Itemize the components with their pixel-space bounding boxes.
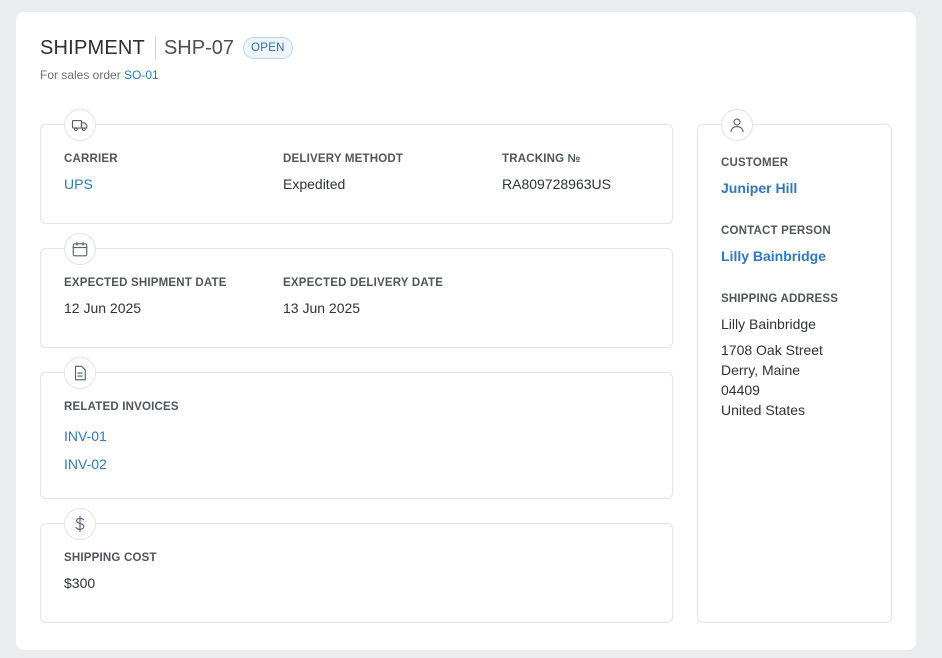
document-icon bbox=[64, 357, 96, 389]
carrier-label: CARRIER bbox=[64, 153, 118, 165]
delivery-method-label: DELIVERY METHODT bbox=[283, 153, 404, 165]
shipment-date-label: EXPECTED SHIPMENT DATE bbox=[64, 277, 227, 289]
user-icon bbox=[721, 109, 753, 141]
subline-prefix: For sales order bbox=[40, 68, 121, 82]
invoice-link[interactable]: INV-02 bbox=[64, 450, 179, 478]
shipping-cost-value: $300 bbox=[64, 575, 96, 591]
tracking-label: TRACKING № bbox=[502, 153, 581, 165]
tracking-value: RA809728963US bbox=[502, 176, 611, 192]
contact-person-field: CONTACT PERSON Lilly Bainbridge bbox=[721, 225, 831, 264]
address-line: 1708 Oak Street bbox=[721, 342, 823, 358]
truck-icon bbox=[64, 109, 96, 141]
calendar-icon bbox=[64, 233, 96, 265]
shipping-cost-field: SHIPPING COST $300 bbox=[64, 552, 157, 591]
carrier-field: CARRIER UPS bbox=[64, 153, 118, 192]
dates-card: EXPECTED SHIPMENT DATE 12 Jun 2025 EXPEC… bbox=[40, 233, 673, 348]
address-name: Lilly Bainbridge bbox=[721, 316, 816, 332]
shipment-panel: SHIPMENT SHP-07 OPEN For sales order SO-… bbox=[16, 12, 916, 650]
related-invoices-label: RELATED INVOICES bbox=[64, 401, 179, 413]
shipment-date-value: 12 Jun 2025 bbox=[64, 300, 142, 316]
page-title: SHIPMENT bbox=[40, 36, 145, 59]
shipping-address-field: SHIPPING ADDRESS Lilly Bainbridge 1708 O… bbox=[721, 293, 838, 420]
sales-order-reference: For sales order SO-01 bbox=[40, 68, 159, 82]
invoice-link[interactable]: INV-01 bbox=[64, 422, 179, 450]
title-divider bbox=[154, 36, 156, 60]
customer-field: CUSTOMER Juniper Hill bbox=[721, 157, 797, 196]
shipping-cost-card: SHIPPING COST $300 bbox=[40, 508, 673, 623]
shipment-date-field: EXPECTED SHIPMENT DATE 12 Jun 2025 bbox=[64, 277, 227, 316]
contact-person-link[interactable]: Lilly Bainbridge bbox=[721, 248, 831, 264]
sales-order-link[interactable]: SO-01 bbox=[124, 68, 159, 82]
invoices-card: RELATED INVOICES INV-01 INV-02 bbox=[40, 357, 673, 499]
contact-person-label: CONTACT PERSON bbox=[721, 225, 831, 237]
customer-card: CUSTOMER Juniper Hill CONTACT PERSON Lil… bbox=[697, 109, 892, 623]
address-block: 1708 Oak Street Derry, Maine 04409 Unite… bbox=[721, 340, 838, 420]
invoice-list: INV-01 INV-02 bbox=[64, 422, 179, 478]
status-badge: OPEN bbox=[242, 37, 293, 59]
page-header: SHIPMENT SHP-07 OPEN bbox=[40, 36, 293, 60]
delivery-method-field: DELIVERY METHODT Expedited bbox=[283, 153, 403, 192]
tracking-field: TRACKING № RA809728963US bbox=[502, 153, 611, 192]
address-line: United States bbox=[721, 402, 806, 418]
delivery-date-label: EXPECTED DELIVERY DATE bbox=[283, 277, 444, 289]
shipping-cost-label: SHIPPING COST bbox=[64, 552, 157, 564]
shipping-details-card: CARRIER UPS DELIVERY METHODT Expedited T… bbox=[40, 109, 673, 224]
related-invoices-field: RELATED INVOICES INV-01 INV-02 bbox=[64, 401, 179, 478]
customer-label: CUSTOMER bbox=[721, 157, 789, 169]
address-line: Derry, Maine bbox=[721, 362, 801, 378]
dollar-icon bbox=[64, 508, 96, 540]
delivery-method-value: Expedited bbox=[283, 176, 346, 192]
shipment-id: SHP-07 bbox=[163, 36, 234, 59]
address-line: 04409 bbox=[721, 382, 760, 398]
shipping-address-label: SHIPPING ADDRESS bbox=[721, 293, 839, 305]
delivery-date-value: 13 Jun 2025 bbox=[283, 300, 361, 316]
carrier-value[interactable]: UPS bbox=[64, 176, 118, 192]
customer-link[interactable]: Juniper Hill bbox=[721, 180, 797, 196]
delivery-date-field: EXPECTED DELIVERY DATE 13 Jun 2025 bbox=[283, 277, 443, 316]
